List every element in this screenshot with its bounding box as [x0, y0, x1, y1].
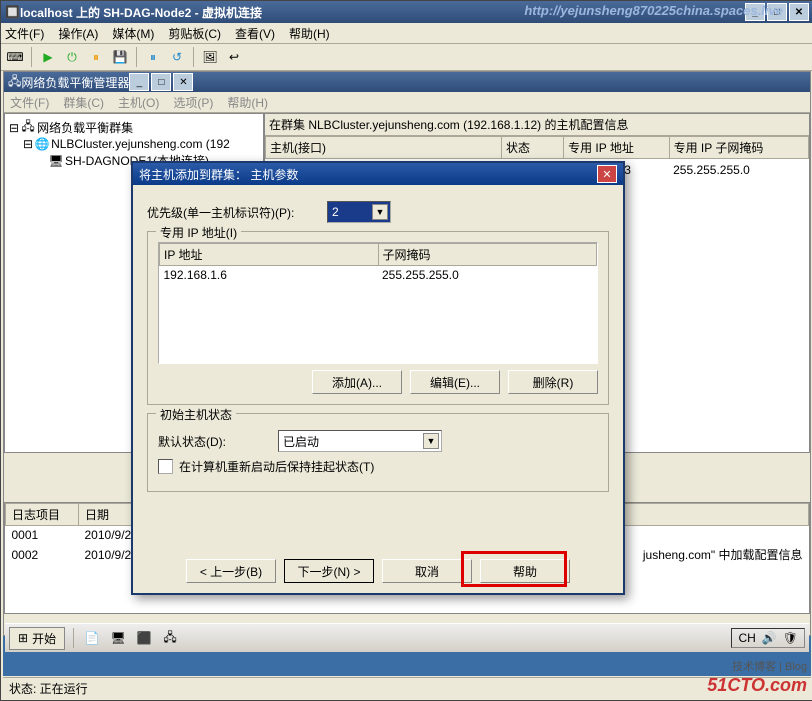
menu-help[interactable]: 帮助(H) [289, 25, 330, 42]
maximize-button[interactable]: □ [767, 3, 787, 21]
vm-toolbar: ⌨ ▶ ⏻ ⏸ 💾 ⏸ ↺ 🖼 ↩ [1, 44, 812, 71]
nlb-title-text: 网络负载平衡管理器 [21, 74, 129, 91]
priority-label: 优先级(单一主机标识符)(P): [147, 204, 327, 221]
state-group-legend: 初始主机状态 [156, 406, 236, 423]
minimize-button[interactable]: _ [745, 3, 765, 21]
help-button[interactable]: 帮助 [480, 559, 570, 583]
back-button[interactable]: < 上一步(B) [186, 559, 276, 583]
menu-media[interactable]: 媒体(M) [112, 25, 154, 42]
default-state-select[interactable]: 已启动 [278, 430, 442, 452]
nlb-icon: 🖧 [8, 72, 21, 93]
dialog-titlebar: 将主机添加到群集： 主机参数 ✕ [133, 163, 623, 185]
nlb-max-button[interactable]: □ [151, 73, 171, 91]
add-host-dialog: 将主机添加到群集： 主机参数 ✕ 优先级(单一主机标识符)(P): 2 专用 I… [131, 161, 625, 595]
state-label: 默认状态(D): [158, 433, 278, 450]
vm-statusbar: 状态: 正在运行 [3, 677, 811, 698]
nlb-menu-cluster[interactable]: 群集(C) [63, 94, 104, 111]
start-icon[interactable]: ▶ [38, 47, 58, 67]
ip-groupbox: 专用 IP 地址(I) IP 地址 子网掩码 192.168.1.6 255.2… [147, 231, 609, 405]
quicklaunch-icon[interactable]: ⬛ [134, 628, 154, 648]
delete-ip-button[interactable]: 删除(R) [508, 370, 598, 394]
nlb-menu-options[interactable]: 选项(P) [173, 94, 213, 111]
tree-root[interactable]: 网络负载平衡群集 [37, 119, 133, 136]
ctrl-alt-del-icon[interactable]: ⌨ [5, 47, 25, 67]
dialog-title: 将主机添加到群集： 主机参数 [139, 166, 298, 183]
menu-clipboard[interactable]: 剪贴板(C) [168, 25, 221, 42]
nlb-menubar: 文件(F) 群集(C) 主机(O) 选项(P) 帮助(H) [4, 92, 810, 113]
nlb-close-button[interactable]: ✕ [173, 73, 193, 91]
edit-ip-button[interactable]: 编辑(E)... [410, 370, 500, 394]
table-row[interactable]: 192.168.1.6 255.255.255.0 [160, 266, 597, 285]
priority-select[interactable]: 2 [327, 201, 391, 223]
shutdown-icon[interactable]: ⏸ [86, 47, 106, 67]
vm-status-text: 状态: 正在运行 [9, 680, 88, 697]
revert-icon[interactable]: ↩ [224, 47, 244, 67]
windows-logo-icon: ⊞ [18, 631, 28, 645]
tray-icon[interactable]: 🔊 [762, 631, 777, 645]
nlb-min-button[interactable]: _ [129, 73, 149, 91]
menu-view[interactable]: 查看(V) [235, 25, 275, 42]
next-button[interactable]: 下一步(N) > [284, 559, 374, 583]
nlb-menu-help[interactable]: 帮助(H) [227, 94, 268, 111]
col-ip[interactable]: 专用 IP 地址 [564, 137, 670, 159]
taskbar: ⊞ 开始 📄 🖥 ⬛ 🖧 CH 🔊 🛡 [5, 623, 809, 652]
col-host[interactable]: 主机(接口) [266, 137, 502, 159]
start-label: 开始 [32, 630, 56, 647]
vm-menubar: 文件(F) 操作(A) 媒体(M) 剪贴板(C) 查看(V) 帮助(H) [1, 23, 812, 44]
vm-titlebar: 🔲 localhost 上的 SH-DAG-Node2 - 虚拟机连接 http… [1, 1, 812, 23]
ipcol-ip[interactable]: IP 地址 [160, 244, 379, 266]
quicklaunch-nlb-icon[interactable]: 🖧 [160, 628, 180, 648]
poweroff-icon[interactable]: ⏻ [62, 47, 82, 67]
close-button[interactable]: ✕ [789, 3, 809, 21]
nlb-menu-host[interactable]: 主机(O) [118, 94, 159, 111]
ipcol-mask[interactable]: 子网掩码 [378, 244, 597, 266]
menu-action[interactable]: 操作(A) [58, 25, 98, 42]
dialog-close-button[interactable]: ✕ [597, 165, 617, 183]
retain-suspend-checkbox[interactable] [158, 459, 173, 474]
save-icon[interactable]: 💾 [110, 47, 130, 67]
menu-file[interactable]: 文件(F) [5, 25, 44, 42]
vm-logo-icon: 🔲 [5, 5, 20, 19]
nlb-titlebar: 🖧 网络负载平衡管理器 _ □ ✕ [4, 72, 810, 92]
add-ip-button[interactable]: 添加(A)... [312, 370, 402, 394]
quicklaunch-icon[interactable]: 🖥 [108, 628, 128, 648]
col-status[interactable]: 状态 [501, 137, 563, 159]
ip-group-legend: 专用 IP 地址(I) [156, 224, 241, 241]
reset-icon[interactable]: ↺ [167, 47, 187, 67]
ip-list[interactable]: IP 地址 子网掩码 192.168.1.6 255.255.255.0 [158, 242, 598, 364]
state-groupbox: 初始主机状态 默认状态(D): 已启动 在计算机重新启动后保持挂起状态(T) [147, 413, 609, 492]
ime-indicator[interactable]: CH [738, 631, 755, 645]
col-mask[interactable]: 专用 IP 子网掩码 [669, 137, 808, 159]
cluster-icon: 🌐 [35, 137, 49, 151]
cancel-button[interactable]: 取消 [382, 559, 472, 583]
pause-icon[interactable]: ⏸ [143, 47, 163, 67]
retain-suspend-label: 在计算机重新启动后保持挂起状态(T) [179, 458, 374, 475]
vm-title: localhost 上的 SH-DAG-Node2 - 虚拟机连接 [20, 4, 262, 21]
snapshot-icon[interactable]: 🖼 [200, 47, 220, 67]
start-button[interactable]: ⊞ 开始 [9, 627, 65, 650]
log-col-idx[interactable]: 日志项目 [6, 504, 79, 526]
system-tray[interactable]: CH 🔊 🛡 [731, 628, 805, 648]
host-icon: 🖥 [49, 154, 63, 168]
host-grid-caption: 在群集 NLBCluster.yejunsheng.com (192.168.1… [265, 114, 809, 136]
tree-cluster[interactable]: NLBCluster.yejunsheng.com (192 [51, 137, 230, 151]
nlb-menu-file[interactable]: 文件(F) [10, 94, 49, 111]
cluster-root-icon: 🖧 [21, 121, 35, 135]
quicklaunch-icon[interactable]: 📄 [82, 628, 102, 648]
tray-icon[interactable]: 🛡 [783, 631, 798, 645]
